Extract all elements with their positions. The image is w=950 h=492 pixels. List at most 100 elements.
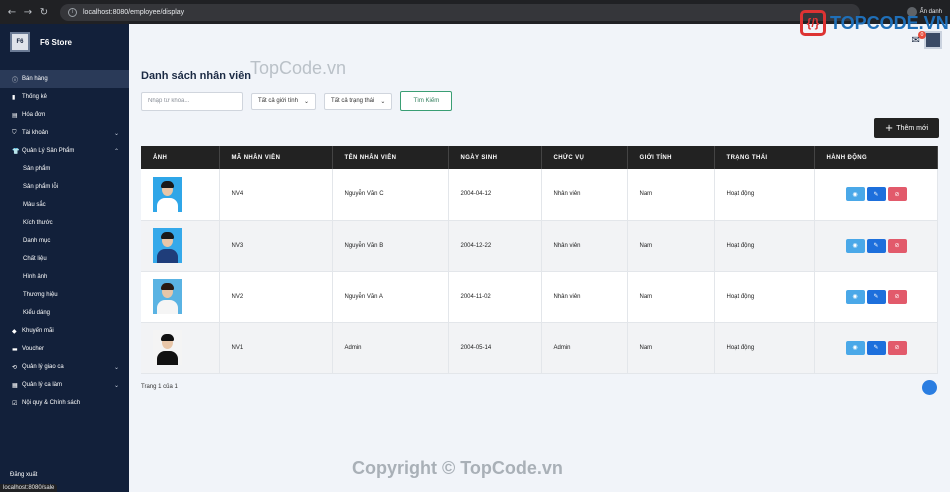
gender-select-value: Tất cả giới tính: [258, 98, 298, 104]
avatar[interactable]: [924, 31, 942, 49]
date-of-birth: 2004-04-12: [448, 169, 542, 221]
pagination-info: Trang 1 của 1: [141, 384, 178, 390]
sidebar-item[interactable]: ⛉ Tài khoản ⌄: [0, 124, 129, 142]
back-icon[interactable]: ←: [4, 7, 20, 18]
view-button[interactable]: ◉: [845, 238, 865, 253]
row-actions: ◉ ✎ ⊘: [845, 238, 938, 253]
sidebar-item[interactable]: ◆ Khuyến mãi: [0, 322, 129, 340]
gender-select[interactable]: Tất cả giới tính ⌄: [251, 92, 316, 110]
topbar-right: ✉ 0: [912, 30, 942, 49]
chevron-icon: ⌄: [113, 381, 119, 389]
address-url: localhost:8080/employee/display: [83, 8, 185, 16]
add-employee-button[interactable]: + Thêm mới: [874, 118, 939, 138]
view-button[interactable]: ◉: [845, 187, 865, 202]
status-select-value: Tất cả trạng thái: [330, 98, 375, 104]
mail-icon[interactable]: ✉ 0: [912, 30, 926, 46]
column-header: TRẠNG THÁI: [714, 146, 815, 169]
site-info-icon[interactable]: i: [68, 7, 77, 17]
column-header: MÃ NHÂN VIÊN: [219, 146, 333, 169]
pencil-icon: ✎: [873, 190, 879, 198]
ban-icon: ⊘: [894, 242, 900, 249]
edit-button[interactable]: ✎: [866, 340, 886, 355]
employee-name: Admin: [332, 322, 449, 374]
delete-button[interactable]: ⊘: [887, 289, 907, 304]
sidebar-subitem[interactable]: Danh mục: [0, 232, 129, 250]
sidebar-item[interactable]: ☑ Nội quy & Chính sách: [0, 394, 129, 412]
search-input[interactable]: [141, 91, 243, 111]
view-button[interactable]: ◉: [845, 289, 865, 304]
photo-cell: [141, 169, 220, 221]
delete-button[interactable]: ⊘: [887, 238, 907, 253]
search-button[interactable]: Tìm Kiếm: [400, 91, 453, 111]
employee-name: Nguyễn Văn A: [332, 271, 449, 323]
table-row: NV2 Nguyễn Văn A 2004-11-02 Nhân viên Nam Hoạ…: [141, 271, 938, 323]
sidebar-item-label: Voucher: [22, 346, 45, 352]
sidebar-subitem[interactable]: Màu sắc: [0, 196, 129, 214]
sidebar: F6 F6 Store ⓘ Bán hàng ▮ Thống kê ▤ Hóa đơn ⛉ T…: [0, 24, 129, 492]
sidebar-item[interactable]: ⟲ Quản lý giao ca ⌄: [0, 358, 129, 376]
eye-icon: ◉: [852, 293, 858, 300]
sidebar-item-label: Khuyến mãi: [22, 328, 54, 334]
sidebar-subitem[interactable]: Chất liệu: [0, 250, 129, 268]
menu-icon: ▮: [12, 93, 16, 101]
sidebar-item-label: Quản Lý Sản Phẩm: [22, 148, 75, 154]
brand[interactable]: F6 F6 Store: [0, 24, 129, 60]
delete-button[interactable]: ⊘: [887, 340, 907, 355]
sidebar-item[interactable]: 👕 Quản Lý Sản Phẩm ⌃: [0, 142, 129, 160]
sidebar-subitem[interactable]: Sản phẩm: [0, 160, 129, 178]
status: Hoạt động: [714, 220, 815, 272]
pencil-icon: ✎: [873, 293, 879, 300]
sidebar-item[interactable]: ⓘ Bán hàng: [0, 70, 129, 88]
chevron-icon: ⌄: [113, 363, 119, 371]
sidebar-item[interactable]: ▦ Quản lý ca làm ⌄: [0, 376, 129, 394]
sidebar-item[interactable]: ▤ Hóa đơn: [0, 106, 129, 124]
sidebar-subitem[interactable]: Kích thước: [0, 214, 129, 232]
eye-icon: ◉: [852, 344, 858, 351]
edit-button[interactable]: ✎: [866, 289, 886, 304]
plus-icon: +: [884, 122, 894, 134]
table-row: NV4 Nguyễn Văn C 2004-04-12 Nhân viên Nam Hoạ…: [141, 169, 938, 221]
sidebar-subitem[interactable]: Hình ảnh: [0, 268, 129, 286]
floating-action-button[interactable]: [922, 380, 937, 395]
reload-icon[interactable]: ↻: [36, 7, 52, 18]
sidebar-item-label: Bán hàng: [22, 76, 48, 82]
edit-button[interactable]: ✎: [866, 187, 886, 202]
view-button[interactable]: ◉: [845, 340, 865, 355]
gender: Nam: [627, 220, 715, 272]
sidebar-subitem[interactable]: Kiểu dáng: [0, 304, 129, 322]
status-select[interactable]: Tất cả trạng thái ⌄: [323, 92, 393, 110]
sidebar-subitem[interactable]: Sản phẩm lỗi: [0, 178, 129, 196]
address-bar[interactable]: i localhost:8080/employee/display: [60, 3, 860, 21]
filter-bar: Tất cả giới tính ⌄ Tất cả trạng thái ⌄ T…: [141, 91, 453, 111]
column-header: CHỨC VỤ: [541, 146, 628, 169]
actions-cell: ◉ ✎ ⊘: [814, 169, 938, 221]
add-button-label: Thêm mới: [896, 124, 929, 132]
logout-link[interactable]: Đăng xuất: [10, 472, 37, 478]
edit-button[interactable]: ✎: [866, 238, 886, 253]
photo-cell: [141, 271, 220, 323]
menu-icon: ◆: [12, 327, 17, 335]
employee-table: ẢNH MÃ NHÂN VIÊN TÊN NHÂN VIÊN NGÀY SINH CHỨ…: [141, 146, 938, 374]
chevron-icon: ⌃: [113, 147, 119, 155]
forward-icon[interactable]: →: [20, 7, 36, 18]
photo-cell: [141, 322, 220, 374]
ban-icon: ⊘: [894, 293, 900, 300]
table-row: NV1 Admin 2004-05-14 Admin Nam Hoạt động ◉ ✎ ⊘: [141, 322, 938, 374]
status-bar-url: localhost:8080/sale: [0, 484, 58, 492]
gender: Nam: [627, 271, 715, 323]
menu-icon: ⛉: [12, 129, 17, 136]
delete-button[interactable]: ⊘: [887, 187, 907, 202]
gender: Nam: [627, 169, 715, 221]
sidebar-item[interactable]: ▬ Voucher: [0, 340, 129, 358]
menu-icon: ⓘ: [12, 76, 19, 84]
column-header: HÀNH ĐỘNG: [814, 146, 938, 169]
status: Hoạt động: [714, 271, 815, 323]
sidebar-item[interactable]: ▮ Thống kê: [0, 88, 129, 106]
watermark-text: TopCode.vn: [250, 58, 347, 78]
ban-icon: ⊘: [894, 190, 900, 198]
sidebar-item-label: Hóa đơn: [22, 112, 46, 118]
employee-name: Nguyễn Văn B: [332, 220, 449, 272]
employee-code: NV3: [219, 220, 333, 272]
sidebar-subitem[interactable]: Thương hiệu: [0, 286, 129, 304]
employee-photo: [153, 228, 182, 263]
